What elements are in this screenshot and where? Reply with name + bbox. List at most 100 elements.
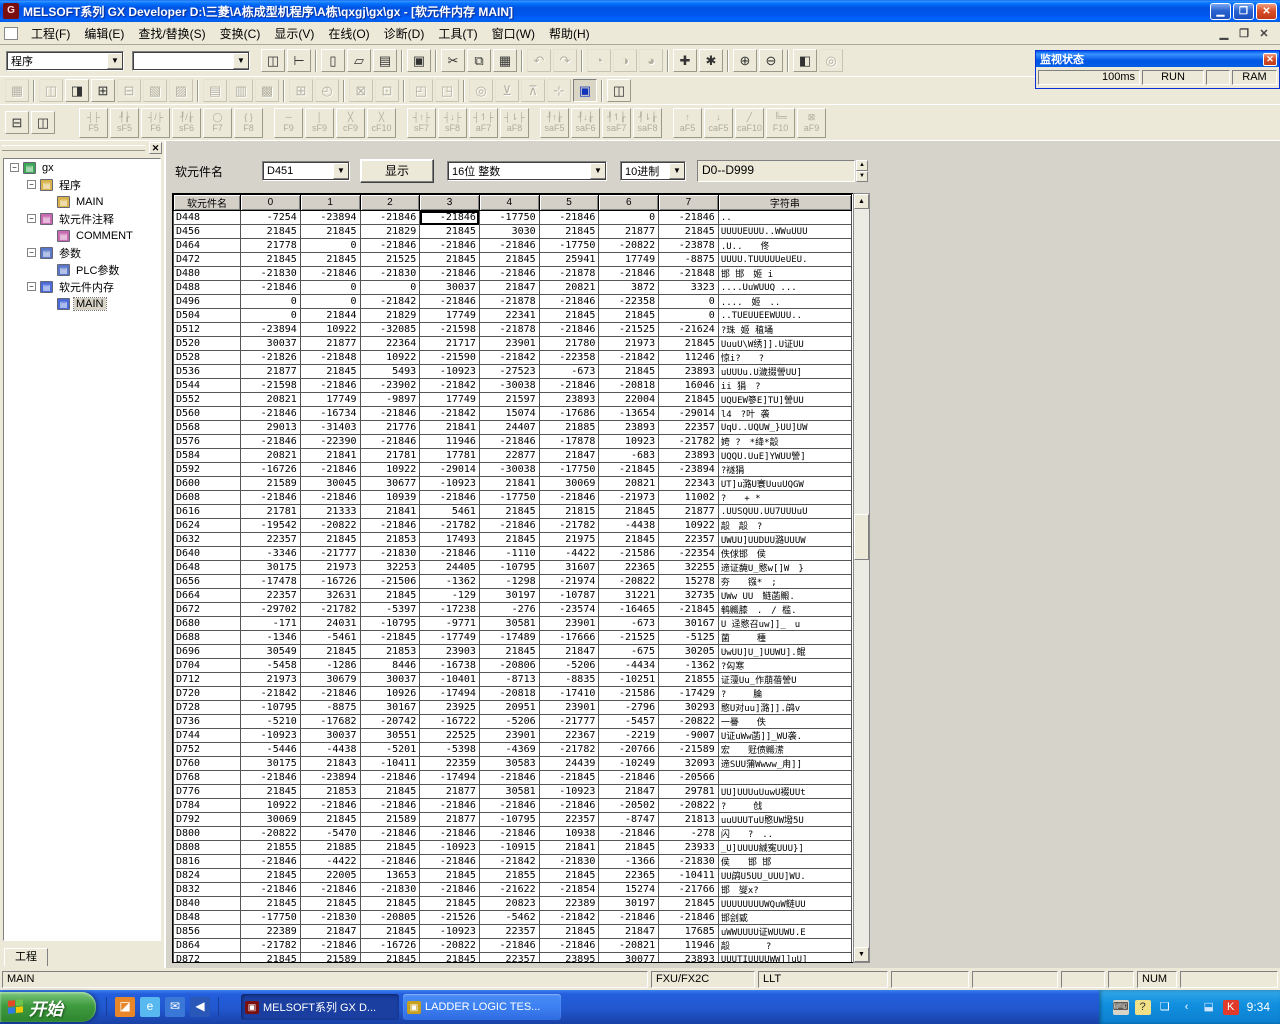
value-cell[interactable]: -21842 [360,295,420,309]
value-cell[interactable]: 30167 [360,701,420,715]
device-name-cell[interactable]: D856 [174,925,241,939]
value-cell[interactable]: 31221 [599,589,659,603]
value-cell[interactable]: 10923 [599,435,659,449]
value-cell[interactable]: -21830 [360,267,420,281]
value-cell[interactable]: -21845 [360,631,420,645]
value-cell[interactable]: 30583 [479,757,539,771]
value-cell[interactable]: -21846 [659,211,719,225]
selected-value-cell[interactable]: -21846 [420,211,480,225]
device-name-cell[interactable]: D816 [174,855,241,869]
value-cell[interactable]: 21845 [300,645,360,659]
value-cell[interactable]: 23925 [420,701,480,715]
value-cell[interactable]: 22343 [659,477,719,491]
value-cell[interactable]: -10923 [539,785,599,799]
string-cell[interactable]: uUUUu.U濊掇謍UU] [718,365,851,379]
value-cell[interactable]: 21778 [241,239,301,253]
value-cell[interactable]: 22367 [539,729,599,743]
value-cell[interactable]: 10939 [360,491,420,505]
device-name-cell[interactable]: D784 [174,799,241,813]
value-cell[interactable]: -17666 [539,631,599,645]
value-cell[interactable]: -4438 [300,743,360,757]
value-cell[interactable]: 21845 [300,365,360,379]
value-cell[interactable]: -17682 [300,715,360,729]
value-cell[interactable]: -21878 [539,267,599,281]
value-cell[interactable]: 22877 [479,449,539,463]
value-cell[interactable]: -20805 [360,911,420,925]
value-cell[interactable]: 31607 [539,561,599,575]
display-settings-icon[interactable]: ❏ [1157,1000,1173,1015]
value-cell[interactable]: 21813 [659,813,719,827]
value-cell[interactable]: 21975 [539,533,599,547]
value-cell[interactable]: -21846 [599,827,659,841]
taskbar-task-button[interactable]: ▣LADDER LOGIC TES... [403,994,561,1020]
value-cell[interactable]: 21845 [539,309,599,323]
value-cell[interactable]: -17750 [539,463,599,477]
value-cell[interactable]: -21846 [360,855,420,869]
tree-item-main[interactable]: ▤MAIN [4,193,160,210]
string-cell[interactable]: 佚俅邯 侯 [718,547,851,561]
value-cell[interactable]: -1298 [479,575,539,589]
value-cell[interactable]: 17749 [599,253,659,267]
value-cell[interactable]: -21826 [241,351,301,365]
program-list-icon[interactable]: ◫ [31,111,55,134]
string-cell[interactable]: ..TUEUUEEWUUU.. [718,309,851,323]
value-cell[interactable]: 21841 [479,477,539,491]
device-name-cell[interactable]: D528 [174,351,241,365]
value-cell[interactable]: -21854 [539,883,599,897]
device-name-cell[interactable]: D568 [174,421,241,435]
device-name-cell[interactable]: D632 [174,533,241,547]
value-cell[interactable]: 24439 [539,757,599,771]
value-cell[interactable]: -21590 [420,351,480,365]
value-cell[interactable]: -23574 [539,603,599,617]
value-cell[interactable]: -21766 [659,883,719,897]
value-cell[interactable]: -21846 [599,771,659,785]
value-cell[interactable]: -171 [241,617,301,631]
device-name-cell[interactable]: D800 [174,827,241,841]
value-cell[interactable]: -21830 [360,883,420,897]
value-cell[interactable]: -21846 [599,911,659,925]
value-cell[interactable]: -21846 [479,771,539,785]
value-cell[interactable]: -22358 [539,351,599,365]
value-cell[interactable]: -5446 [241,743,301,757]
value-cell[interactable]: 22364 [360,337,420,351]
value-cell[interactable]: -10923 [420,925,480,939]
value-cell[interactable]: -21846 [420,491,480,505]
value-cell[interactable]: -21878 [479,323,539,337]
value-cell[interactable]: 10922 [659,519,719,533]
value-cell[interactable]: 20821 [241,393,301,407]
value-cell[interactable]: -16734 [300,407,360,421]
value-cell[interactable]: -276 [479,603,539,617]
device-name-cell[interactable]: D664 [174,589,241,603]
menu-item[interactable]: 窗口(W) [485,24,542,44]
value-cell[interactable]: -20822 [599,239,659,253]
value-cell[interactable]: 21845 [241,897,301,911]
value-cell[interactable]: 0 [300,281,360,295]
outlook-icon[interactable]: ✉ [165,997,185,1017]
value-cell[interactable]: -29702 [241,603,301,617]
value-cell[interactable]: -17750 [479,491,539,505]
value-cell[interactable]: -17429 [659,687,719,701]
value-cell[interactable]: -21846 [479,799,539,813]
value-cell[interactable]: -21846 [241,771,301,785]
value-cell[interactable]: 21845 [539,869,599,883]
value-cell[interactable]: -23894 [300,771,360,785]
string-cell[interactable]: 邯刽戜 [718,911,851,925]
value-cell[interactable]: 22389 [539,897,599,911]
toggle-project-tree-icon[interactable]: ⊢ [287,49,311,72]
range-spin-up[interactable]: ▲ [856,160,868,171]
value-cell[interactable]: 21845 [479,645,539,659]
value-cell[interactable]: 30037 [420,281,480,295]
value-cell[interactable]: 21845 [599,365,659,379]
value-cell[interactable]: -20822 [300,519,360,533]
tree-expander-icon[interactable]: − [27,248,36,257]
device-name-cell[interactable]: D456 [174,225,241,239]
set-marker-icon[interactable]: ✚ [673,49,697,72]
value-cell[interactable]: 30197 [599,897,659,911]
value-cell[interactable]: 21589 [300,953,360,964]
value-cell[interactable]: 21845 [420,953,480,964]
value-cell[interactable]: -20822 [659,799,719,813]
device-name-cell[interactable]: D464 [174,239,241,253]
value-cell[interactable]: -10795 [479,561,539,575]
value-cell[interactable]: -683 [599,449,659,463]
value-cell[interactable]: 21855 [659,673,719,687]
